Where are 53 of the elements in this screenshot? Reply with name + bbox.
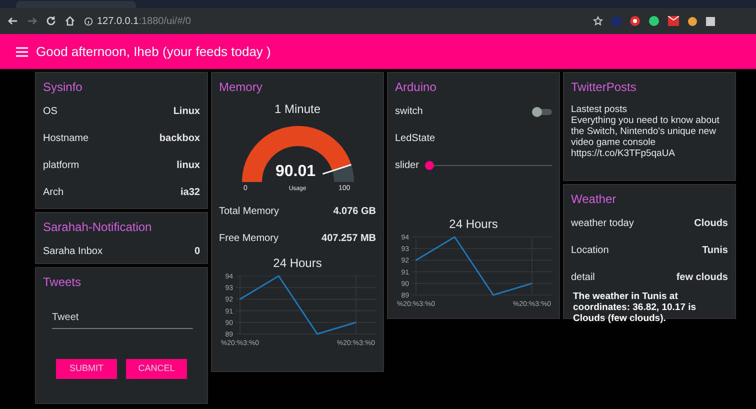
row-value: Linux [173,105,200,119]
row-label: Arch [43,186,64,200]
row-value: ia32 [180,186,200,200]
slider[interactable] [424,161,552,170]
chart-title: 24 Hours [272,255,323,272]
address-field[interactable]: 127.0.0.1:1880/ui/#/0 [97,14,191,28]
row-label: Total Memory [219,205,280,219]
info-icon[interactable] [84,16,93,26]
row-label: Location [571,244,609,258]
menu-icon[interactable] [16,46,28,56]
home-icon[interactable] [65,16,75,26]
post-text: https://t.co/K3TFp5qaUA [571,148,676,159]
card-title: Sysinfo [42,79,84,96]
row-value: 407.257 MB [322,232,376,246]
row-value: few clouds [676,271,728,285]
form-button[interactable]: CANCEL [126,359,187,379]
reload-icon[interactable] [46,16,56,26]
gauge-value: 90.01 [274,162,317,182]
row-label: OS [43,105,58,119]
mail-icon[interactable] [668,16,679,26]
row-value: 0 [194,245,200,259]
row-label: Hostname [43,132,89,146]
toggle-switch[interactable] [532,106,552,116]
card-title: Memory [218,79,264,96]
row-label: Saraha Inbox [43,245,102,259]
row-value: linux [176,159,200,173]
led-label: LedState [395,132,436,146]
post-text: Lastest posts [571,104,628,115]
card-title: TwitterPosts [570,79,638,96]
switch-label: switch [395,105,423,119]
card-title: Tweets [42,274,82,291]
card-title: Sarahah-Notification [42,219,153,236]
row-label: detail [571,271,595,285]
tweet-input-field[interactable]: Tweet [52,307,193,329]
form-button[interactable]: SUBMIT [56,359,117,379]
slider-label: slider [395,159,419,173]
header-title: Good afternoon, Iheb (your feeds today ) [36,42,271,61]
row-label: platform [43,159,80,173]
row-value: Clouds [694,217,728,231]
row-label: weather today [571,217,634,231]
row-value: 4.076 GB [333,205,376,219]
row-value: backbox [159,132,200,146]
row-value: Tunis [702,244,728,258]
gauge-title: 1 Minute [273,101,322,118]
card-title: Weather [570,191,618,208]
row-label: Free Memory [219,232,278,246]
back-icon[interactable] [8,16,18,26]
slider-thumb[interactable] [424,161,434,170]
card-title: Arduino [394,79,438,96]
forward-icon[interactable] [27,16,37,26]
star-icon[interactable] [593,16,603,26]
chart-title: 24 Hours [448,216,499,233]
weather-summary: The weather in Tunis at coordinates: 36.82, 10.17 is Clouds (few clouds). [572,291,698,324]
